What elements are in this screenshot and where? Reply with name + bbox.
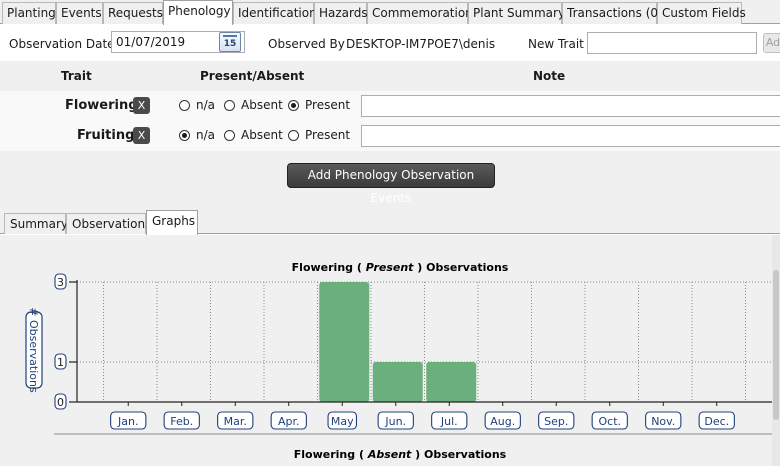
x-tick-label: May bbox=[331, 415, 354, 428]
flowering-absent-radio[interactable] bbox=[224, 100, 235, 111]
trait-name-fruiting: Fruiting bbox=[77, 128, 135, 143]
fruiting-note-input[interactable] bbox=[361, 125, 780, 147]
plot-area: 0 1 3 Jan. Feb. Mar. Apr. May Jun. Jul. Aug. Sep. Oc… bbox=[54, 273, 772, 430]
x-tick-label: Nov. bbox=[651, 415, 675, 428]
flowering-present-label: Present bbox=[305, 98, 351, 112]
flowering-present-chart: Flowering ( Present ) Observations # Obs… bbox=[25, 261, 772, 461]
chart-title-suffix: Observations bbox=[426, 261, 509, 274]
tab-events[interactable]: Events bbox=[56, 2, 103, 24]
y-axis-label-text: # Observations bbox=[27, 307, 40, 393]
remove-trait-label: X bbox=[137, 99, 146, 112]
remove-trait-fruiting-button[interactable]: X bbox=[133, 127, 150, 144]
calendar-icon[interactable]: 15 bbox=[219, 32, 241, 52]
second-chart-title-state: Absent bbox=[367, 448, 412, 461]
x-tick-label: Dec. bbox=[704, 415, 729, 428]
observation-date-value: 01/07/2019 bbox=[116, 35, 186, 49]
trait-row-fruiting: Fruiting X n/a Absent Present bbox=[0, 121, 780, 151]
calendar-day-number: 15 bbox=[223, 39, 237, 49]
trait-row-flowering: Flowering X n/a Absent Present bbox=[0, 91, 780, 121]
x-tick-label: Feb. bbox=[170, 415, 193, 428]
fruiting-present-radio[interactable] bbox=[288, 130, 299, 141]
fruiting-na-radio[interactable] bbox=[179, 130, 190, 141]
tab-observations[interactable]: Observations bbox=[66, 213, 151, 234]
chart-title-open-paren: ( bbox=[353, 261, 366, 274]
flowering-na-radio[interactable] bbox=[179, 100, 190, 111]
graphs-scrollbar-thumb[interactable] bbox=[773, 270, 779, 420]
trait-header: Trait bbox=[61, 69, 92, 83]
fruiting-na-label: n/a bbox=[196, 128, 216, 142]
second-chart-title-trait: Flowering bbox=[294, 448, 355, 461]
remove-trait-label: X bbox=[137, 129, 146, 142]
x-tick-label: Jan. bbox=[117, 415, 138, 428]
bar bbox=[319, 282, 370, 402]
trait-name-flowering: Flowering bbox=[65, 98, 138, 113]
x-tick-label: Sep. bbox=[544, 415, 568, 428]
flowering-absent-label: Absent bbox=[241, 98, 283, 112]
note-header: Note bbox=[533, 69, 566, 83]
tab-hazards[interactable]: Hazards bbox=[314, 2, 368, 24]
tab-transactions[interactable]: Transactions (0) bbox=[562, 2, 663, 24]
new-trait-input[interactable] bbox=[587, 32, 757, 54]
tab-graphs[interactable]: Graphs bbox=[146, 210, 198, 235]
tab-requests[interactable]: Requests bbox=[103, 2, 163, 24]
chart-title-state: Present bbox=[366, 261, 414, 274]
add-phenology-events-button[interactable]: Add Phenology Observation Events bbox=[287, 163, 495, 205]
sub-tab-strip: Summary Observations Graphs bbox=[0, 207, 780, 235]
tab-summary[interactable]: Summary bbox=[4, 213, 68, 234]
y-tick-label: 1 bbox=[57, 356, 64, 369]
tab-commemoration[interactable]: Commemoration bbox=[367, 2, 473, 24]
tab-plant-summary[interactable]: Plant Summary bbox=[468, 2, 565, 24]
add-trait-button[interactable]: Ad bbox=[763, 33, 780, 53]
x-tick-label: Jun. bbox=[384, 415, 406, 428]
bar bbox=[426, 362, 477, 402]
x-tick-label: Oct. bbox=[598, 415, 621, 428]
new-trait-label: New Trait bbox=[528, 37, 584, 51]
tab-phenology[interactable]: Phenology bbox=[163, 0, 233, 25]
tab-identification[interactable]: Identification bbox=[233, 2, 317, 24]
observed-by-label: Observed By bbox=[268, 37, 345, 51]
chart-title: Flowering ( Present ) Observations bbox=[292, 261, 509, 274]
y-axis-label: # Observations bbox=[25, 307, 43, 393]
x-tick-label: Aug. bbox=[490, 415, 515, 428]
observed-by-value: DESKTOP-IM7POE7\denis bbox=[346, 37, 496, 51]
y-tick-label: 3 bbox=[57, 276, 64, 289]
fruiting-absent-label: Absent bbox=[241, 128, 283, 142]
present-absent-header: Present/Absent bbox=[200, 69, 305, 83]
fruiting-present-label: Present bbox=[305, 128, 351, 142]
flowering-note-input[interactable] bbox=[361, 95, 780, 117]
add-trait-button-label: Ad bbox=[765, 36, 780, 49]
main-tab-strip: Planting Events Requests Phenology Ident… bbox=[0, 0, 780, 25]
tab-custom-fields[interactable]: Custom Fields bbox=[657, 2, 746, 24]
remove-trait-flowering-button[interactable]: X bbox=[133, 97, 150, 114]
x-tick-label: Jul. bbox=[440, 415, 458, 428]
flowering-na-label: n/a bbox=[196, 98, 216, 112]
chart-title-trait: Flowering bbox=[292, 261, 353, 274]
x-tick-label: Mar. bbox=[224, 415, 247, 428]
tab-planting[interactable]: Planting bbox=[2, 2, 56, 24]
second-chart-title-suffix: Observations bbox=[424, 448, 507, 461]
observation-header: Observation Date 01/07/2019 15 Observed … bbox=[0, 25, 780, 61]
y-tick-label: 0 bbox=[57, 396, 64, 409]
flowering-present-radio[interactable] bbox=[288, 100, 299, 111]
observation-date-label: Observation Date bbox=[9, 37, 115, 51]
bar bbox=[372, 362, 423, 402]
chart-title-close-paren: ) bbox=[413, 261, 426, 274]
second-chart-title-open-paren: ( bbox=[355, 448, 368, 461]
second-chart-title: Flowering ( Absent ) Observations bbox=[294, 448, 507, 461]
x-tick-label: Apr. bbox=[278, 415, 300, 428]
fruiting-absent-radio[interactable] bbox=[224, 130, 235, 141]
second-chart-title-close-paren: ) bbox=[411, 448, 424, 461]
